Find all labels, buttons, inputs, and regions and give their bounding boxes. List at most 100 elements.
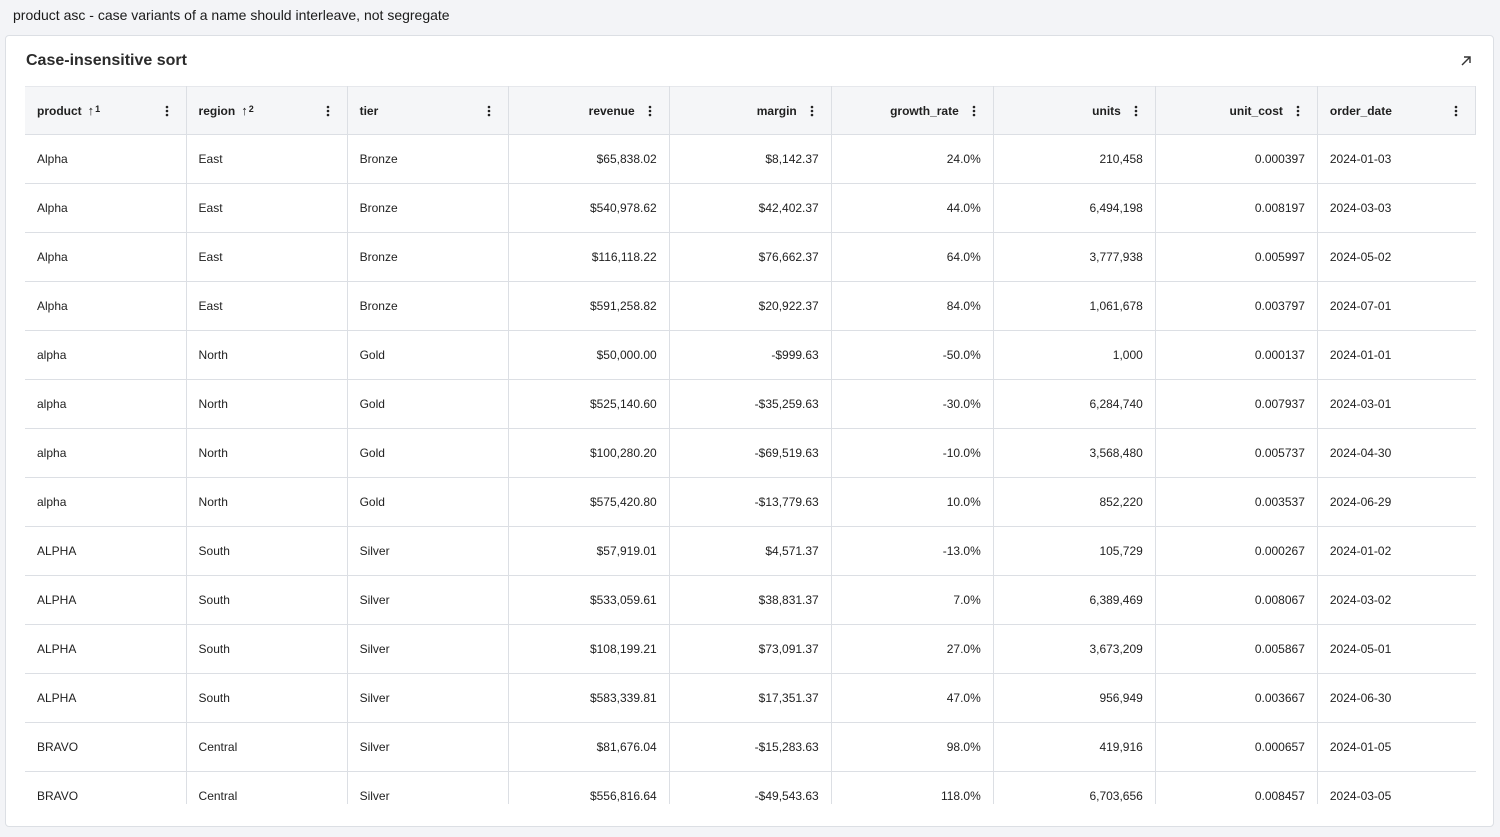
column-menu-icon[interactable] (1449, 103, 1463, 119)
cell-region[interactable]: East (186, 232, 348, 282)
cell-region[interactable]: South (186, 673, 348, 723)
table-row[interactable]: alpha North Gold $50,000.00 -$999.63 -50.0% 1,… (25, 330, 1476, 380)
cell-tier[interactable]: Silver (347, 771, 509, 804)
cell-margin[interactable]: -$13,779.63 (669, 477, 832, 527)
cell-revenue[interactable]: $116,118.22 (508, 232, 670, 282)
cell-product[interactable]: ALPHA (25, 673, 187, 723)
cell-unit_cost[interactable]: 0.000397 (1155, 134, 1318, 184)
cell-margin[interactable]: -$999.63 (669, 330, 832, 380)
table-row[interactable]: Alpha East Bronze $540,978.62 $42,402.37 44.0… (25, 183, 1476, 233)
cell-unit_cost[interactable]: 0.003537 (1155, 477, 1318, 527)
cell-margin[interactable]: $76,662.37 (669, 232, 832, 282)
cell-region[interactable]: East (186, 183, 348, 233)
cell-product[interactable]: Alpha (25, 183, 187, 233)
cell-order_date[interactable]: 2024-07-01 (1317, 281, 1476, 331)
cell-growth_rate[interactable]: 7.0% (831, 575, 994, 625)
cell-units[interactable]: 6,389,469 (993, 575, 1156, 625)
cell-revenue[interactable]: $65,838.02 (508, 134, 670, 184)
table-row[interactable]: alpha North Gold $525,140.60 -$35,259.63 -30.… (25, 379, 1476, 429)
cell-units[interactable]: 6,494,198 (993, 183, 1156, 233)
cell-product[interactable]: ALPHA (25, 575, 187, 625)
cell-units[interactable]: 3,673,209 (993, 624, 1156, 674)
cell-region[interactable]: North (186, 477, 348, 527)
column-header-order_date[interactable]: order_date (1317, 86, 1476, 135)
cell-growth_rate[interactable]: -10.0% (831, 428, 994, 478)
cell-tier[interactable]: Gold (347, 428, 509, 478)
column-header-margin[interactable]: margin (669, 86, 832, 135)
column-menu-icon[interactable] (1291, 103, 1305, 119)
cell-product[interactable]: alpha (25, 477, 187, 527)
cell-revenue[interactable]: $583,339.81 (508, 673, 670, 723)
column-header-revenue[interactable]: revenue (508, 86, 670, 135)
cell-margin[interactable]: -$35,259.63 (669, 379, 832, 429)
table-row[interactable]: Alpha East Bronze $591,258.82 $20,922.37 84.0… (25, 281, 1476, 331)
cell-region[interactable]: Central (186, 771, 348, 804)
cell-order_date[interactable]: 2024-06-29 (1317, 477, 1476, 527)
cell-growth_rate[interactable]: 84.0% (831, 281, 994, 331)
cell-margin[interactable]: $42,402.37 (669, 183, 832, 233)
cell-margin[interactable]: $4,571.37 (669, 526, 832, 576)
column-menu-icon[interactable] (160, 103, 174, 119)
cell-region[interactable]: North (186, 379, 348, 429)
table-row[interactable]: ALPHA South Silver $57,919.01 $4,571.37 -13.0… (25, 526, 1476, 576)
sort-ascending-icon[interactable]: ↑ 2 (241, 104, 254, 117)
cell-tier[interactable]: Bronze (347, 183, 509, 233)
cell-tier[interactable]: Silver (347, 673, 509, 723)
cell-region[interactable]: South (186, 526, 348, 576)
cell-order_date[interactable]: 2024-01-03 (1317, 134, 1476, 184)
cell-product[interactable]: alpha (25, 428, 187, 478)
column-header-tier[interactable]: tier (347, 86, 509, 135)
cell-unit_cost[interactable]: 0.000267 (1155, 526, 1318, 576)
cell-units[interactable]: 6,703,656 (993, 771, 1156, 804)
cell-growth_rate[interactable]: 47.0% (831, 673, 994, 723)
cell-product[interactable]: Alpha (25, 232, 187, 282)
cell-growth_rate[interactable]: 24.0% (831, 134, 994, 184)
cell-margin[interactable]: $38,831.37 (669, 575, 832, 625)
cell-product[interactable]: Alpha (25, 134, 187, 184)
cell-units[interactable]: 3,777,938 (993, 232, 1156, 282)
column-menu-icon[interactable] (482, 103, 496, 119)
cell-revenue[interactable]: $575,420.80 (508, 477, 670, 527)
cell-units[interactable]: 105,729 (993, 526, 1156, 576)
cell-revenue[interactable]: $50,000.00 (508, 330, 670, 380)
cell-order_date[interactable]: 2024-03-02 (1317, 575, 1476, 625)
cell-product[interactable]: alpha (25, 330, 187, 380)
table-row[interactable]: ALPHA South Silver $108,199.21 $73,091.37 27.… (25, 624, 1476, 674)
cell-revenue[interactable]: $100,280.20 (508, 428, 670, 478)
cell-tier[interactable]: Silver (347, 624, 509, 674)
cell-units[interactable]: 1,000 (993, 330, 1156, 380)
table-row[interactable]: BRAVO Central Silver $556,816.64 -$49,543.63… (25, 771, 1476, 804)
cell-tier[interactable]: Silver (347, 575, 509, 625)
cell-revenue[interactable]: $108,199.21 (508, 624, 670, 674)
cell-tier[interactable]: Bronze (347, 281, 509, 331)
column-header-unit_cost[interactable]: unit_cost (1155, 86, 1318, 135)
cell-tier[interactable]: Silver (347, 526, 509, 576)
cell-revenue[interactable]: $533,059.61 (508, 575, 670, 625)
cell-region[interactable]: East (186, 134, 348, 184)
cell-unit_cost[interactable]: 0.000137 (1155, 330, 1318, 380)
cell-revenue[interactable]: $591,258.82 (508, 281, 670, 331)
cell-tier[interactable]: Gold (347, 379, 509, 429)
table-row[interactable]: BRAVO Central Silver $81,676.04 -$15,283.63 9… (25, 722, 1476, 772)
cell-growth_rate[interactable]: 64.0% (831, 232, 994, 282)
column-menu-icon[interactable] (321, 103, 335, 119)
column-menu-icon[interactable] (967, 103, 981, 119)
cell-revenue[interactable]: $556,816.64 (508, 771, 670, 804)
open-in-new-icon[interactable] (1457, 52, 1475, 70)
cell-unit_cost[interactable]: 0.005867 (1155, 624, 1318, 674)
cell-units[interactable]: 1,061,678 (993, 281, 1156, 331)
cell-growth_rate[interactable]: -30.0% (831, 379, 994, 429)
table-row[interactable]: alpha North Gold $100,280.20 -$69,519.63 -10.… (25, 428, 1476, 478)
cell-units[interactable]: 210,458 (993, 134, 1156, 184)
cell-region[interactable]: East (186, 281, 348, 331)
cell-margin[interactable]: -$15,283.63 (669, 722, 832, 772)
cell-unit_cost[interactable]: 0.007937 (1155, 379, 1318, 429)
cell-growth_rate[interactable]: 44.0% (831, 183, 994, 233)
cell-unit_cost[interactable]: 0.003667 (1155, 673, 1318, 723)
cell-order_date[interactable]: 2024-06-30 (1317, 673, 1476, 723)
cell-order_date[interactable]: 2024-01-02 (1317, 526, 1476, 576)
cell-region[interactable]: Central (186, 722, 348, 772)
cell-unit_cost[interactable]: 0.003797 (1155, 281, 1318, 331)
cell-growth_rate[interactable]: 98.0% (831, 722, 994, 772)
cell-units[interactable]: 852,220 (993, 477, 1156, 527)
